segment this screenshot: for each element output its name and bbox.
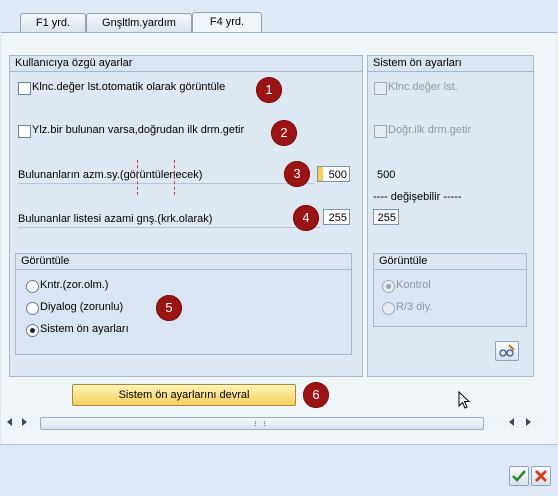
cross-icon [535, 470, 547, 482]
auto-value-list-label: Klnc.değer lst.otomatik olarak görüntüle [32, 81, 226, 93]
radio-selected-dot [386, 284, 391, 289]
pencil-glasses-icon [499, 344, 515, 357]
display-system-radio[interactable] [26, 324, 39, 337]
direct-first-hit-checkbox[interactable] [18, 125, 31, 138]
adopt-system-settings-button[interactable]: Sistem ön ayarlarını devral [72, 384, 296, 406]
tab-f4-help[interactable]: F4 yrd. [192, 12, 262, 34]
system-value-list-label: Klnc.değer lst. [388, 81, 458, 93]
system-direct-label: Doğr.ilk drm.getir [388, 124, 472, 136]
dialog-footer [0, 444, 558, 496]
system-changeable-label: ---- değişebilir ----- [373, 191, 462, 203]
display-control-label: Kntr.(zor.olm.) [40, 279, 109, 291]
max-hits-input[interactable]: 500 [317, 166, 350, 182]
system-display-r3-radio [382, 302, 395, 315]
system-display-control-radio [382, 280, 395, 293]
display-dialog-radio[interactable] [26, 302, 39, 315]
marker-badge-4: 4 [293, 205, 319, 231]
display-system-label: Sistem ön ayarları [40, 323, 129, 335]
cancel-button[interactable] [531, 466, 551, 486]
max-width-label: Bulunanlar listesi azami gnş.(krk.olarak… [18, 213, 213, 225]
focus-marker-icon [137, 160, 175, 195]
user-settings-title: Kullanıcıya özgü ayarlar [10, 56, 362, 72]
checkmark-icon [512, 470, 526, 482]
tab-extended-help[interactable]: Gnşltlm.yardım [86, 13, 192, 33]
direct-first-hit-label: Ylz.bir bulunan varsa,doğrudan ilk drm.g… [32, 124, 245, 136]
radio-selected-dot [30, 328, 35, 333]
system-max-hits-value: 500 [377, 169, 396, 181]
marker-badge-6: 6 [303, 382, 329, 408]
display-control-radio[interactable] [26, 280, 39, 293]
max-width-underline [18, 227, 320, 228]
system-display-r3-label: R/3 diy. [396, 301, 433, 313]
display-dialog-label: Diyalog (zorunlu) [40, 301, 124, 313]
auto-value-list-checkbox[interactable] [18, 82, 31, 95]
scroll-right-icon[interactable] [526, 418, 531, 426]
system-direct-checkbox [374, 125, 387, 138]
system-display-title: Görüntüle [374, 254, 526, 270]
max-width-input[interactable]: 255 [323, 209, 350, 225]
scroll-grip-icon [255, 421, 265, 426]
tab-f1-help[interactable]: F1 yrd. [20, 13, 86, 33]
system-max-width-field: 255 [373, 209, 399, 225]
mouse-cursor-icon [458, 391, 471, 409]
system-value-list-checkbox [374, 82, 387, 95]
horizontal-scrollbar[interactable] [4, 415, 540, 431]
scroll-thumb[interactable] [40, 417, 484, 430]
marker-badge-5: 5 [156, 295, 182, 321]
marker-badge-1: 1 [256, 77, 282, 103]
scroll-left-icon[interactable] [7, 418, 12, 426]
marker-badge-2: 2 [271, 120, 297, 146]
scroll-step-left-icon[interactable] [509, 418, 514, 426]
system-settings-title: Sistem ön ayarları [368, 56, 533, 72]
edit-settings-button[interactable] [495, 341, 519, 361]
user-display-title: Görüntüle [16, 254, 351, 270]
scroll-step-right-icon[interactable] [22, 418, 27, 426]
confirm-button[interactable] [509, 466, 529, 486]
marker-badge-3: 3 [284, 161, 310, 187]
system-display-control-label: Kontrol [396, 279, 431, 291]
